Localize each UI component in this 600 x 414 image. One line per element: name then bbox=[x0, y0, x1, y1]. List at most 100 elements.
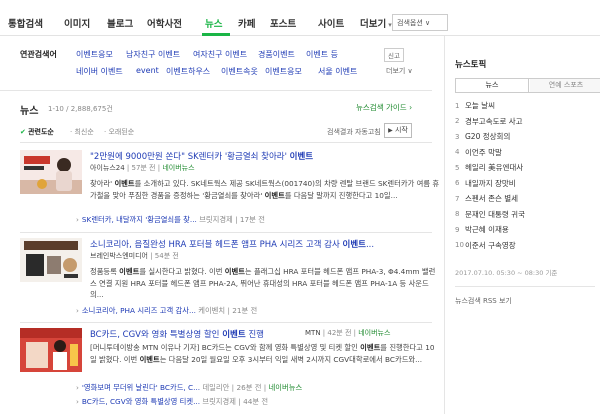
news-time: 57분 전 bbox=[131, 164, 156, 172]
related-more-button[interactable]: 더보기 ∨ bbox=[386, 66, 413, 76]
topic-rank: 10 bbox=[455, 241, 464, 250]
related-searches-title: 연관검색어 bbox=[20, 50, 57, 59]
topic-item[interactable]: 1 오늘 날씨 bbox=[455, 98, 595, 114]
title-text: 진행 bbox=[245, 330, 264, 340]
tab-news[interactable]: 뉴스 bbox=[205, 16, 222, 30]
news-thumbnail[interactable] bbox=[20, 150, 82, 194]
related-searches: 연관검색어 이벤트응모 남자친구 이벤트 여자친구 이벤트 경품이벤트 이벤트 … bbox=[0, 44, 432, 84]
news-source[interactable]: 브레인박스엔미디어 bbox=[90, 252, 148, 260]
snippet-keyword: 이벤트 bbox=[139, 354, 160, 364]
topic-item[interactable]: 5 헤일리 美유엔대사 bbox=[455, 160, 595, 176]
related-item[interactable]: 이벤트응모 bbox=[76, 49, 113, 60]
related-item[interactable]: 이벤트하우스 bbox=[166, 66, 210, 77]
tab-integrated[interactable]: 통합검색 bbox=[8, 16, 43, 30]
sort-latest-label: 최신순 bbox=[74, 128, 94, 136]
related-item[interactable]: 이벤트 등 bbox=[306, 49, 338, 60]
news-topic-title: 뉴스토픽 bbox=[455, 60, 487, 70]
tab-more-label: 더보기 bbox=[360, 19, 387, 30]
rss-link[interactable]: 뉴스검색 RSS 보기 bbox=[455, 296, 512, 306]
news-title-link[interactable]: BC카드, CGV와 영화 특별상영 할인 이벤트 진행 bbox=[90, 328, 264, 340]
topic-item[interactable]: 6 내일까지 장맛비 bbox=[455, 176, 595, 192]
tab-dictionary[interactable]: 어학사전 bbox=[147, 16, 182, 30]
news-snippet: [머니투데이방송 MTN 이유나 기자] BC카드는 CGV와 함께 영화 특별… bbox=[90, 342, 440, 365]
topic-text: 오늘 날씨 bbox=[465, 101, 495, 111]
guide-label: 뉴스검색 가이드 bbox=[356, 103, 407, 112]
topic-rank: 1 bbox=[455, 101, 460, 110]
news-source[interactable]: MTN bbox=[305, 329, 321, 337]
topic-rank: 6 bbox=[455, 179, 460, 188]
topic-rank: 2 bbox=[455, 117, 460, 126]
help-icon: › bbox=[409, 103, 413, 112]
sort-relevance[interactable]: ✔ 관련도순 bbox=[20, 127, 54, 137]
topic-item[interactable]: 9 박근혜 이재용 bbox=[455, 222, 595, 238]
tab-topic-news[interactable]: 뉴스 bbox=[456, 79, 529, 92]
active-tab-indicator bbox=[202, 33, 230, 36]
play-icon: ▶ bbox=[388, 127, 393, 134]
topic-timestamp: 2017.07.10. 05:30 ~ 08:30 기준 bbox=[455, 269, 558, 277]
topic-item[interactable]: 10 이준서 구속영장 bbox=[455, 238, 595, 254]
topic-text: 이준서 구속영장 bbox=[465, 240, 516, 250]
related-item[interactable]: 경품이벤트 bbox=[258, 49, 295, 60]
tab-post[interactable]: 포스트 bbox=[270, 16, 296, 30]
topic-item[interactable]: 3 G20 정상회의 bbox=[455, 129, 595, 145]
news-thumbnail[interactable] bbox=[20, 238, 82, 282]
news-meta: MTN | 42분 전 | 네이버뉴스 bbox=[305, 329, 391, 337]
naver-news-link[interactable]: 네이버뉴스 bbox=[358, 329, 390, 337]
tab-blog[interactable]: 블로그 bbox=[107, 16, 133, 30]
topic-rank: 8 bbox=[455, 210, 460, 219]
tab-site[interactable]: 사이트 bbox=[318, 16, 344, 30]
naver-news-link[interactable]: 네이버뉴스 bbox=[162, 164, 194, 172]
topic-text: 문재인 대통령 귀국 bbox=[465, 209, 525, 219]
search-option-button[interactable]: 검색옵션 ∨ bbox=[392, 14, 448, 31]
snippet-keyword: 이벤트 bbox=[360, 343, 381, 352]
related-news-link[interactable]: BC카드, CGV와 영화 특별상영 티켓... 브릿지경제 | 44분 전 bbox=[76, 397, 268, 407]
tab-more[interactable]: 더보기 ▾ bbox=[360, 16, 392, 30]
topic-item[interactable]: 8 문재인 대통령 귀국 bbox=[455, 207, 595, 223]
related-news-link[interactable]: 소니코리아, PHA 시리즈 고객 감사... 케이벤치 | 21분 전 bbox=[76, 306, 257, 316]
report-button[interactable]: 신고 bbox=[384, 48, 404, 62]
naver-news-link[interactable]: 네이버뉴스 bbox=[269, 383, 303, 392]
related-news-time: 21분 전 bbox=[232, 306, 258, 315]
related-news-source: 브릿지경제 bbox=[202, 397, 236, 406]
related-item[interactable]: 네이버 이벤트 bbox=[76, 66, 123, 77]
news-title-link[interactable]: 소니코리아, 음질완성 HRA 포터블 헤드폰 앰프 PHA 시리즈 고객 감사… bbox=[90, 238, 374, 250]
sort-latest[interactable]: · 최신순 bbox=[70, 127, 94, 137]
tab-topic-entertainment[interactable]: 연예 스포츠 bbox=[530, 79, 600, 92]
topic-rank: 7 bbox=[455, 194, 460, 203]
related-news-link[interactable]: '영화보며 무더위 날린다' BC카드, C... 데일리안 | 26분 전 |… bbox=[76, 383, 302, 393]
tab-images[interactable]: 이미지 bbox=[64, 16, 90, 30]
divider bbox=[20, 322, 432, 323]
related-item[interactable]: 이벤트속옷 bbox=[221, 66, 258, 77]
tab-cafe[interactable]: 카페 bbox=[238, 16, 255, 30]
related-item[interactable]: 여자친구 이벤트 bbox=[193, 49, 247, 60]
topic-text: 박근혜 이재용 bbox=[465, 225, 509, 235]
topic-item[interactable]: 7 스펜서 존슨 별세 bbox=[455, 191, 595, 207]
related-news-title: 소니코리아, PHA 시리즈 고객 감사... bbox=[81, 306, 196, 315]
news-time: 42분 전 bbox=[327, 329, 352, 337]
related-news-time: 26분 전 bbox=[236, 383, 262, 392]
related-news-title: SK렌터카, 내달까지 '황금열쇠를 찾... bbox=[81, 215, 197, 224]
related-item[interactable]: 이벤트응모 bbox=[265, 66, 302, 77]
news-meta: 브레인박스엔미디어 | 54분 전 bbox=[90, 252, 179, 260]
related-item[interactable]: 서울 이벤트 bbox=[318, 66, 357, 77]
news-source[interactable]: 아이뉴스24 bbox=[90, 164, 125, 172]
news-thumbnail[interactable] bbox=[20, 328, 82, 372]
snippet-text: 를 실시한다고 밝혔다. 이번 bbox=[139, 267, 225, 276]
news-result-count: 1-10 / 2,888,675건 bbox=[48, 105, 113, 113]
news-guide-link[interactable]: 뉴스검색 가이드 › bbox=[356, 102, 412, 113]
news-snippet: 정품등록 이벤트를 실시한다고 밝혔다. 이번 이벤트는 플래그십 HRA 포터… bbox=[90, 266, 440, 301]
topic-item[interactable]: 4 이언주 막말 bbox=[455, 145, 595, 161]
related-news-link[interactable]: SK렌터카, 내달까지 '황금열쇠를 찾... 브릿지경제 | 17분 전 bbox=[76, 215, 265, 225]
snippet-text: [머니투데이방송 MTN 이유나 기자] BC카드는 CGV와 함께 영화 특별… bbox=[90, 343, 361, 352]
snippet-keyword: 이벤트 bbox=[114, 179, 135, 188]
news-title-link[interactable]: "2만원에 9000만원 쏜다" SK렌터카 '황금열쇠 찾아라' 이벤트 bbox=[90, 150, 313, 162]
related-item[interactable]: event bbox=[136, 66, 159, 75]
title-keyword: 이벤트 bbox=[342, 240, 366, 250]
sort-oldest[interactable]: · 오래된순 bbox=[104, 127, 134, 137]
related-item[interactable]: 남자친구 이벤트 bbox=[126, 49, 180, 60]
auto-refresh-label: 검색결과 자동고침 bbox=[327, 128, 381, 136]
topic-item[interactable]: 2 경부고속도로 사고 bbox=[455, 114, 595, 130]
auto-refresh-start-button[interactable]: ▶ 시작 bbox=[384, 123, 412, 138]
topic-text: 이언주 막말 bbox=[465, 147, 502, 157]
divider bbox=[455, 286, 595, 287]
